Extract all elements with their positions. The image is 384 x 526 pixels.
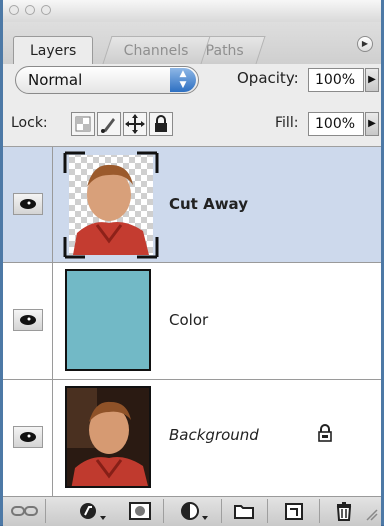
new-layer-icon[interactable]	[279, 501, 309, 521]
layer-row-color[interactable]: Color	[3, 263, 381, 380]
fill-label: Fill:	[275, 115, 299, 131]
fill-field[interactable]: 100%	[308, 112, 364, 136]
blend-opacity-row: Normal ▲ ▼ Opacity: 100% ▶	[3, 64, 381, 102]
palette-titlebar	[3, 0, 381, 23]
layer-thumbnail-color-fill	[65, 269, 151, 371]
trash-icon[interactable]	[329, 501, 359, 521]
opacity-field[interactable]: 100%	[308, 68, 364, 92]
layer-name[interactable]: Cut Away	[169, 195, 248, 213]
toolbar-divider	[221, 499, 222, 523]
layer-thumbnail-photo	[65, 386, 151, 488]
tab-bar: Paths Channels Layers ▶	[3, 22, 381, 64]
visibility-cell	[3, 263, 53, 379]
lock-label: Lock:	[11, 115, 48, 131]
lock-fill-row: Lock: Fill: 100% ▶	[3, 102, 381, 147]
resize-grip-icon[interactable]	[365, 501, 379, 521]
blend-mode-select[interactable]: Normal ▲ ▼	[15, 66, 199, 94]
layer-thumbnail-selection-corners	[63, 151, 159, 259]
layer-style-icon[interactable]	[77, 501, 113, 521]
new-group-folder-icon[interactable]	[229, 501, 259, 521]
blend-mode-value: Normal	[28, 71, 83, 89]
link-layers-icon[interactable]	[9, 501, 41, 521]
minimize-button[interactable]	[25, 5, 35, 15]
layers-list: Cut Away Color Background	[3, 147, 381, 496]
visibility-cell	[3, 147, 53, 262]
tab-layers[interactable]: Layers	[13, 36, 94, 64]
adjustment-layer-icon[interactable]	[179, 501, 215, 521]
padlock-icon	[317, 424, 333, 442]
updown-arrows-icon: ▲ ▼	[170, 68, 196, 92]
toolbar-divider	[163, 499, 164, 523]
eye-icon[interactable]	[13, 193, 43, 215]
lock-image-brush-icon[interactable]	[97, 112, 121, 136]
layers-palette: Paths Channels Layers ▶ Normal ▲ ▼ Opacit…	[0, 0, 384, 526]
palette-menu-button[interactable]: ▶	[357, 36, 373, 52]
lock-position-move-icon[interactable]	[123, 112, 147, 136]
layer-name[interactable]: Background	[169, 426, 259, 444]
visibility-cell	[3, 380, 53, 496]
opacity-slider-button[interactable]: ▶	[365, 68, 379, 92]
lock-all-icon[interactable]	[149, 112, 173, 136]
eye-icon[interactable]	[13, 309, 43, 331]
layer-row-cut-away[interactable]: Cut Away	[3, 147, 381, 263]
opacity-label: Opacity:	[237, 69, 299, 87]
layer-name[interactable]: Color	[169, 311, 208, 329]
toolbar-divider	[267, 499, 268, 523]
toolbar-divider	[319, 499, 320, 523]
lock-transparency-icon[interactable]	[71, 112, 95, 136]
toolbar-divider	[45, 499, 46, 523]
fill-slider-button[interactable]: ▶	[365, 112, 379, 136]
add-mask-icon[interactable]	[125, 501, 155, 521]
tab-channels[interactable]: Channels	[102, 36, 211, 64]
eye-icon[interactable]	[13, 426, 43, 448]
layer-row-background[interactable]: Background	[3, 380, 381, 496]
zoom-button[interactable]	[41, 5, 51, 15]
layers-bottom-toolbar	[3, 496, 381, 526]
close-button[interactable]	[9, 5, 19, 15]
